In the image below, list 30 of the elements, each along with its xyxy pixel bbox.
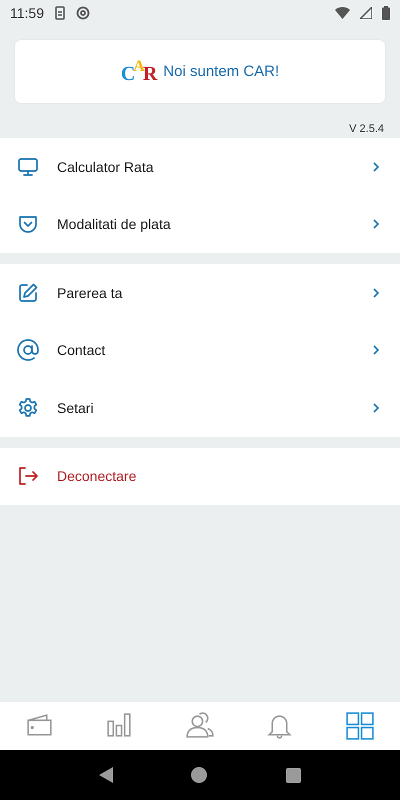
settings-icon	[16, 396, 40, 420]
menu-label: Setari	[57, 400, 95, 416]
wifi-icon	[335, 6, 350, 18]
edit-icon	[16, 280, 40, 305]
menu-label: Parerea ta	[57, 284, 124, 301]
menu-item[interactable]: Parerea ta	[0, 264, 400, 322]
chevron-icon	[372, 219, 380, 230]
menu-label: Contact	[57, 342, 106, 358]
menu-label: Modalitati de plata	[57, 216, 172, 232]
version-label: V 2.5.4	[349, 123, 384, 135]
grid-icon	[344, 710, 376, 742]
chevron-icon	[372, 162, 380, 172]
chevron-icon	[372, 402, 380, 413]
signal-icon	[360, 6, 372, 18]
chevron-icon	[372, 345, 380, 356]
menu-item[interactable]: Setari	[0, 379, 400, 436]
chevron-icon	[372, 288, 380, 298]
menu-item[interactable]: Deconectare	[0, 448, 400, 505]
back-icon[interactable]	[99, 767, 114, 783]
banner-text: Noi suntem CAR!	[163, 63, 280, 80]
recents-icon[interactable]	[286, 768, 301, 782]
menu-item[interactable]: Modalitati de plata	[0, 196, 400, 253]
menu-label: Calculator Rata	[57, 158, 154, 175]
clock: 11:59	[10, 4, 44, 20]
menu-label: Deconectare	[57, 468, 138, 484]
menu-item[interactable]: Calculator Rata	[0, 138, 400, 196]
menu-item[interactable]: Contact	[0, 322, 400, 379]
battery-icon	[382, 6, 390, 20]
home-icon[interactable]	[191, 767, 208, 783]
at-sign-icon	[16, 338, 40, 362]
